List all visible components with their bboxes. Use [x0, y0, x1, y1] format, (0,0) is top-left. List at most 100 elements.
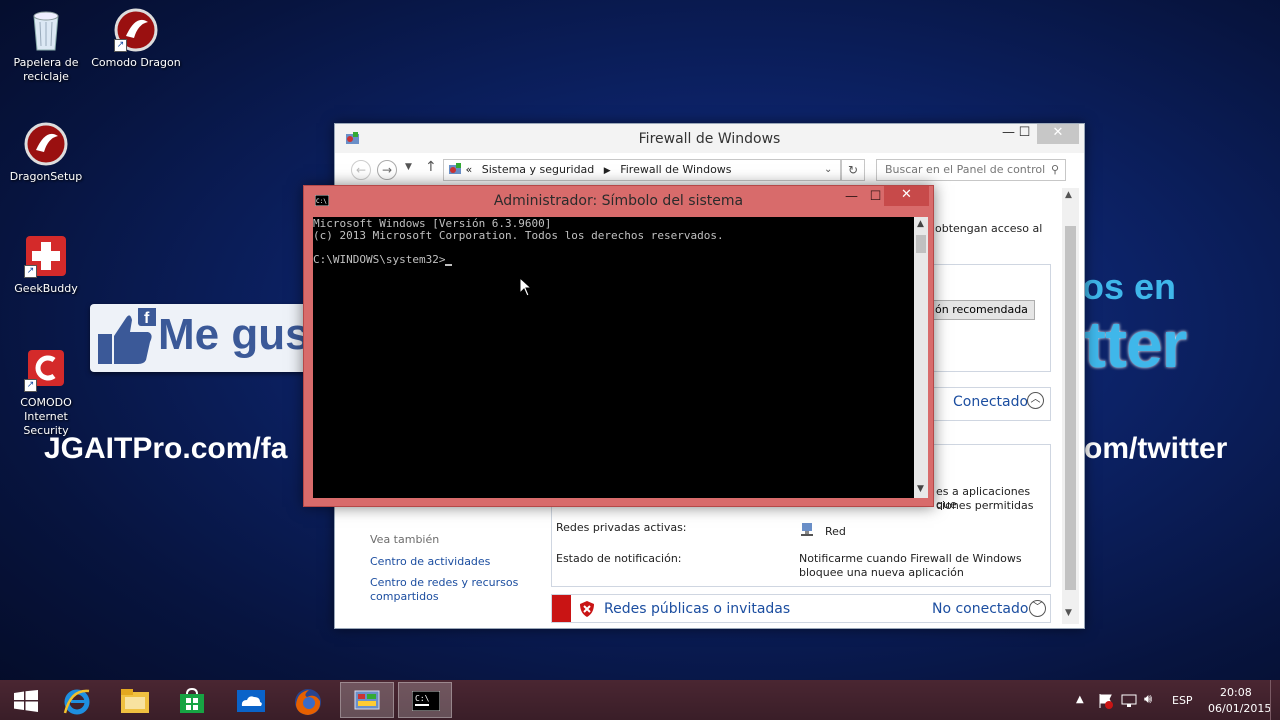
firewall-window-title: Firewall de Windows	[638, 131, 781, 147]
back-button[interactable]: ←	[351, 160, 371, 180]
maximize-button[interactable]: ☐	[1010, 124, 1039, 144]
firewall-scrollbar[interactable]: ▲ ▼	[1062, 188, 1079, 624]
close-button[interactable]: ✕	[884, 186, 929, 206]
folder-icon	[121, 689, 149, 713]
show-hidden-icons-icon[interactable]: ▲	[1076, 694, 1084, 705]
desktop-icon-geekbuddy[interactable]: ↗ GeekBuddy	[0, 234, 92, 296]
recommended-settings-panel: ón recomendada	[931, 264, 1051, 372]
console-line: (c) 2013 Microsoft Corporation. Todos lo…	[313, 229, 724, 242]
scroll-down-icon[interactable]: ▼	[917, 484, 924, 494]
action-center-flag-icon[interactable]	[1098, 693, 1114, 709]
collapse-chevron-icon[interactable]: ︿	[1027, 392, 1044, 409]
search-placeholder: Buscar en el Panel de control	[885, 163, 1046, 176]
facebook-url-text: JGAITPro.com/fa	[44, 432, 288, 465]
clock-time[interactable]: 20:08	[1220, 686, 1252, 699]
activity-center-link[interactable]: Centro de actividades	[370, 555, 490, 568]
thumbs-up-icon: f	[98, 308, 156, 364]
taskbar: C:\ ▲ 🔊︎ ESP 20:08 06/01/2015	[0, 680, 1280, 720]
twitter-banner-word: tter	[1084, 307, 1187, 381]
scroll-up-icon[interactable]: ▲	[917, 219, 924, 229]
breadcrumb[interactable]: « Sistema y seguridad ▶ Firewall de Wind…	[443, 159, 841, 181]
use-recommended-button[interactable]: ón recomendada	[931, 300, 1035, 320]
public-status: No conectado	[932, 601, 1029, 617]
twitter-banner-head: os en	[1082, 266, 1177, 307]
console-prompt-line[interactable]: C:\WINDOWS\system32>	[313, 254, 914, 266]
taskbar-command-prompt[interactable]: C:\	[398, 682, 452, 718]
cmd-icon: C:\	[412, 691, 440, 711]
desktop-icon-dragonsetup[interactable]: DragonSetup	[0, 122, 92, 184]
input-language[interactable]: ESP	[1172, 694, 1193, 707]
close-button[interactable]: ✕	[1037, 124, 1079, 144]
scrollbar-thumb[interactable]	[1065, 226, 1076, 590]
address-dropdown-icon[interactable]: ⌄	[824, 160, 832, 180]
network-center-link-line2[interactable]: compartidos	[370, 590, 439, 603]
public-networks-header[interactable]: Redes públicas o invitadas No conectado …	[551, 594, 1051, 623]
geekbuddy-icon: ↗	[24, 234, 68, 278]
facebook-like-banner: f Me gus	[90, 304, 320, 372]
address-bar: ← → ▼ ↑ « Sistema y seguridad ▶ Firewall…	[335, 158, 1084, 184]
control-panel-icon	[354, 690, 380, 710]
private-networks-header[interactable]: Conectado ︿	[931, 387, 1051, 421]
desktop-icon-label: Comodo Dragon	[91, 56, 181, 69]
inbound-fragment-2: ciones permitidas	[936, 499, 1034, 512]
desktop-icon-comodo-security[interactable]: ↗ COMODO Internet Security	[0, 348, 92, 438]
desktop-icon-comodo-dragon[interactable]: ↗ Comodo Dragon	[90, 8, 182, 70]
desktop-icon-label: Papelera de reciclaje	[13, 56, 79, 83]
taskbar-internet-explorer[interactable]	[50, 682, 104, 718]
desktop-icon-label: GeekBuddy	[14, 282, 78, 295]
desktop-icon-label: DragonSetup	[9, 170, 83, 183]
desktop-icon-recycle-bin[interactable]: Papelera de reciclaje	[0, 8, 92, 84]
up-button[interactable]: ↑	[425, 159, 437, 175]
show-desktop-button[interactable]	[1270, 680, 1280, 720]
onedrive-icon	[237, 690, 265, 712]
taskbar-store[interactable]	[165, 682, 219, 718]
breadcrumb-item[interactable]: Firewall de Windows	[620, 163, 731, 176]
network-tray-icon[interactable]	[1121, 694, 1137, 708]
twitter-url-text: om/twitter	[1084, 432, 1228, 465]
console-prompt: C:\WINDOWS\system32>	[313, 253, 446, 266]
internet-explorer-icon	[63, 689, 90, 715]
shortcut-arrow-icon: ↗	[114, 39, 127, 52]
scrollbar-thumb[interactable]	[916, 235, 926, 253]
text-cursor	[445, 264, 453, 266]
forward-button[interactable]: →	[377, 160, 397, 180]
scroll-down-icon[interactable]: ▼	[1065, 608, 1072, 618]
clock-date[interactable]: 06/01/2015	[1208, 702, 1271, 715]
recycle-bin-icon	[24, 8, 68, 52]
status-color-bar	[552, 595, 571, 622]
taskbar-control-panel[interactable]	[340, 682, 394, 718]
network-icon	[801, 523, 813, 536]
store-icon	[180, 688, 204, 713]
breadcrumb-item[interactable]: Sistema y seguridad	[482, 163, 595, 176]
breadcrumb-separator-icon: ▶	[603, 166, 611, 176]
taskbar-firefox[interactable]	[281, 682, 335, 718]
notification-label: Estado de notificación:	[556, 552, 682, 565]
public-networks-label: Redes públicas o invitadas	[604, 601, 791, 617]
volume-icon[interactable]: 🔊︎	[1144, 692, 1152, 707]
cmd-window[interactable]: C:\ Administrador: Símbolo del sistema —…	[303, 185, 934, 507]
cmd-scrollbar[interactable]: ▲ ▼	[914, 217, 928, 498]
shield-error-icon	[580, 601, 594, 617]
console-output[interactable]: Microsoft Windows [Versión 6.3.9600] (c) …	[313, 217, 914, 498]
expand-chevron-icon[interactable]: ﹀	[1029, 600, 1046, 617]
taskbar-start[interactable]	[0, 682, 54, 718]
mouse-cursor-icon	[519, 277, 532, 297]
breadcrumb-overflow[interactable]: «	[466, 163, 473, 176]
notification-value-line2: bloquee una nueva aplicación	[799, 566, 964, 579]
firewall-titlebar[interactable]: Firewall de Windows — ☐ ✕	[335, 124, 1084, 153]
dragon-setup-icon	[24, 122, 68, 166]
network-center-link-line1[interactable]: Centro de redes y recursos	[370, 576, 518, 589]
search-input[interactable]: Buscar en el Panel de control ⚲	[876, 159, 1066, 181]
taskbar-file-explorer[interactable]	[108, 682, 162, 718]
like-banner-text: Me gus	[158, 310, 310, 359]
scroll-up-icon[interactable]: ▲	[1065, 190, 1072, 200]
refresh-button[interactable]: ↻	[841, 159, 865, 181]
recent-pages-dropdown-icon[interactable]: ▼	[405, 162, 412, 172]
notification-value-line1: Notificarme cuando Firewall de Windows	[799, 552, 1022, 565]
firefox-icon	[295, 689, 321, 715]
shortcut-arrow-icon: ↗	[24, 379, 37, 392]
intro-text-fragment: obtengan acceso al	[935, 222, 1043, 235]
taskbar-onedrive[interactable]	[224, 682, 278, 718]
private-status: Conectado	[953, 394, 1029, 410]
search-icon[interactable]: ⚲	[1051, 160, 1059, 180]
